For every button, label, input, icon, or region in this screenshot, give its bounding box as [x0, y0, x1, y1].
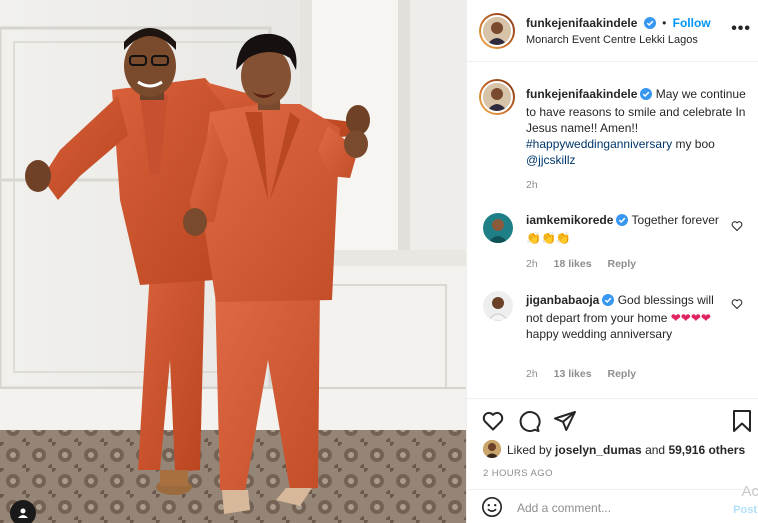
follow-button[interactable]: Follow: [673, 16, 711, 30]
liker-username[interactable]: joselyn_dumas: [555, 443, 642, 457]
comment-input[interactable]: [517, 498, 717, 518]
comment-likes[interactable]: 18 likes: [554, 258, 592, 270]
share-icon[interactable]: [553, 409, 577, 433]
heart-icon[interactable]: [481, 409, 505, 433]
user-tag-button[interactable]: [10, 500, 36, 523]
post-location[interactable]: Monarch Event Centre Lekki Lagos: [526, 34, 698, 46]
header-line: funkejenifaakindele • Follow: [526, 16, 711, 32]
post-photo-illustration: [0, 0, 466, 523]
watermark-text: Ac: [741, 483, 758, 500]
verified-badge-icon: [616, 214, 629, 230]
comment-emojis: 👏👏👏: [526, 231, 571, 245]
likes-middle: and: [641, 443, 669, 457]
post-comment-button[interactable]: Post: [733, 504, 757, 516]
post-details-panel: funkejenifaakindele • Follow Monarch Eve…: [466, 0, 758, 523]
commenter-avatar-image: [483, 213, 513, 243]
caption-avatar-image: [483, 83, 511, 111]
emoji-icon[interactable]: [481, 496, 503, 518]
author-avatar[interactable]: [479, 13, 515, 49]
comment-body: jiganbabaoja God blessings will not depa…: [526, 292, 726, 342]
caption-author-avatar[interactable]: [479, 79, 515, 115]
caption-mention[interactable]: @jjcskillz: [526, 153, 576, 167]
comment-username[interactable]: iamkemikorede: [526, 213, 613, 227]
header-separator: •: [662, 16, 667, 30]
comment-text-2: happy wedding anniversary: [526, 327, 673, 341]
user-tag-icon: [18, 508, 28, 518]
commenter-avatar[interactable]: [483, 291, 513, 321]
likes-summary: Liked by joselyn_dumas and 59,916 others: [507, 443, 745, 457]
comment-like-heart-icon[interactable]: [731, 220, 743, 232]
comment-username[interactable]: jiganbabaoja: [526, 293, 599, 307]
comment-reply-button[interactable]: Reply: [607, 368, 636, 380]
post-timestamp[interactable]: 2 HOURS AGO: [483, 468, 553, 479]
more-options-icon[interactable]: •••: [731, 21, 751, 37]
add-comment-bar: Post: [467, 489, 758, 523]
post-actions: Liked by joselyn_dumas and 59,916 others…: [467, 398, 758, 523]
comment-reply-button[interactable]: Reply: [607, 258, 636, 270]
verified-badge-icon: [602, 294, 615, 310]
comment-emojis: ❤❤❤❤: [670, 311, 711, 325]
caption-timestamp[interactable]: 2h: [526, 179, 538, 191]
commenter-avatar[interactable]: [483, 213, 513, 243]
comment-time[interactable]: 2h: [526, 258, 538, 270]
comment-text: Together forever: [631, 213, 719, 227]
commenter-avatar-image: [483, 291, 513, 321]
comment-time[interactable]: 2h: [526, 368, 538, 380]
caption-text-2: my boo: [672, 137, 715, 151]
comment-likes[interactable]: 13 likes: [554, 368, 592, 380]
caption-hashtag[interactable]: #happyweddinganniversary: [526, 137, 672, 151]
post-photo[interactable]: [0, 0, 466, 523]
post-caption: funkejenifaakindele May we continue to h…: [526, 86, 746, 168]
comment-icon[interactable]: [517, 409, 541, 433]
likes-count[interactable]: 59,916 others: [668, 443, 745, 457]
caption-username[interactable]: funkejenifaakindele: [526, 87, 637, 101]
comment-body: iamkemikorede Together forever 👏👏👏: [526, 212, 726, 246]
comment-meta: 2h 18 likes Reply: [526, 258, 649, 270]
comment-like-heart-icon[interactable]: [731, 298, 743, 310]
post-header: funkejenifaakindele • Follow Monarch Eve…: [467, 0, 758, 62]
liker-avatar-image: [483, 440, 501, 458]
liker-avatar[interactable]: [483, 440, 501, 458]
bookmark-icon[interactable]: [731, 409, 753, 433]
author-avatar-image: [483, 17, 511, 45]
likes-prefix: Liked by: [507, 443, 556, 457]
verified-badge-icon: [640, 88, 653, 104]
comment-meta: 2h 13 likes Reply: [526, 368, 649, 380]
verified-badge-icon: [643, 17, 656, 32]
author-username[interactable]: funkejenifaakindele: [526, 16, 637, 30]
